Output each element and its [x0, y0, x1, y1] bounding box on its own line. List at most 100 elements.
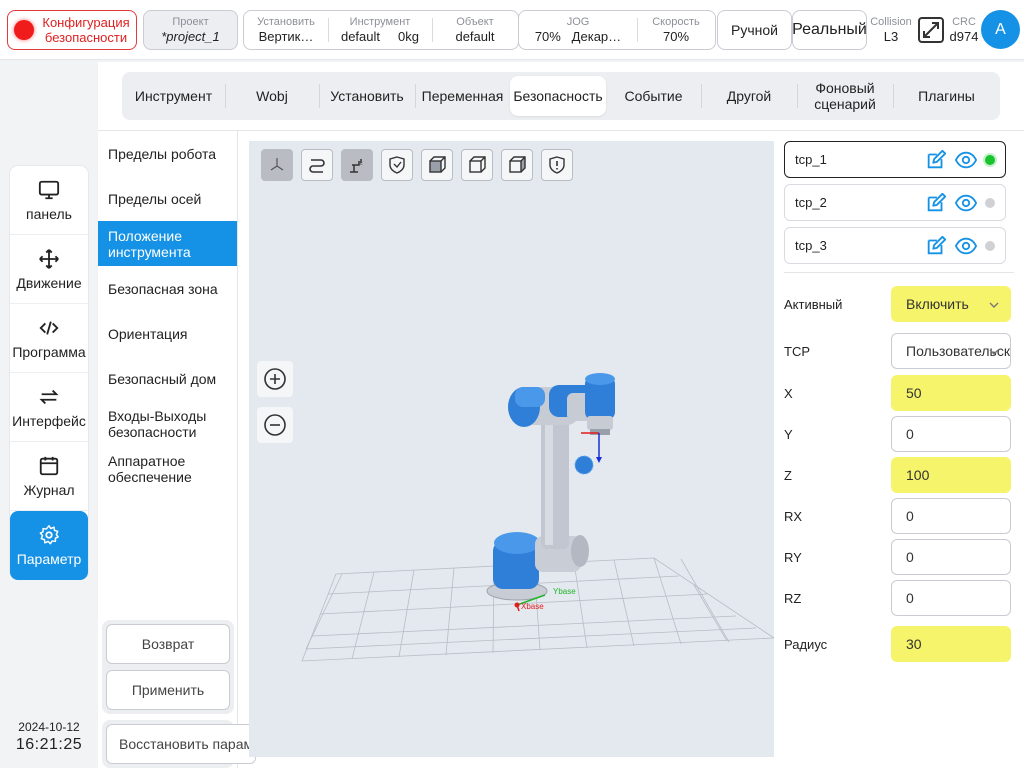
- zoom-out-button[interactable]: [257, 407, 293, 443]
- radius-input[interactable]: 30: [891, 626, 1011, 662]
- subnav-robot-limits[interactable]: Пределы робота: [98, 131, 237, 176]
- tool-segment[interactable]: Инструмент default 0kg: [328, 11, 432, 49]
- crc-info: CRC d974: [946, 15, 982, 45]
- project-selector[interactable]: Проект *project_1: [143, 10, 238, 50]
- tab-other[interactable]: Другой: [701, 72, 797, 120]
- nav-interface-label: Интерфейс: [12, 412, 86, 429]
- rx-row: RX 0: [784, 498, 1014, 534]
- main-panel: Инструмент Wobj Установить Переменная Бе…: [98, 62, 1024, 768]
- tab-background-script[interactable]: Фоновый сценарий: [797, 72, 893, 120]
- manual-mode-button[interactable]: Ручной: [717, 10, 792, 50]
- tcp-row-2[interactable]: tcp_2: [784, 184, 1006, 221]
- speed-segment[interactable]: Скорость 70%: [637, 11, 715, 49]
- speed-value: 70%: [662, 29, 690, 44]
- move-arrows-icon: [39, 248, 59, 269]
- edit-icon[interactable]: [925, 235, 947, 257]
- safety-config-button[interactable]: Конфигурация безопасности: [7, 10, 137, 50]
- expand-icon[interactable]: [917, 16, 945, 44]
- jog-segment[interactable]: JOG 70% Декар…: [519, 11, 637, 49]
- zoom-in-button[interactable]: [257, 361, 293, 397]
- nav-panel[interactable]: панель: [10, 166, 88, 235]
- front-view-button[interactable]: [421, 149, 453, 181]
- axes-view-button[interactable]: [261, 149, 293, 181]
- safety-check-view-button[interactable]: [381, 149, 413, 181]
- base-x-label: Xbase: [521, 602, 544, 611]
- active-select[interactable]: Включить: [891, 286, 1011, 322]
- collision-level[interactable]: Collision L3: [866, 15, 916, 45]
- inactive-status-dot: [985, 197, 995, 208]
- chevron-down-icon: [989, 302, 999, 308]
- apply-button[interactable]: Применить: [106, 670, 230, 710]
- edit-icon[interactable]: [925, 149, 947, 171]
- tab-install[interactable]: Установить: [319, 72, 415, 120]
- side-view-button[interactable]: [461, 149, 493, 181]
- eye-icon[interactable]: [955, 192, 977, 214]
- cube-side-icon: [469, 156, 486, 173]
- z-input[interactable]: 100: [891, 457, 1011, 493]
- nav-journal[interactable]: Журнал: [10, 442, 88, 511]
- real-mode-button[interactable]: Реальный: [792, 10, 867, 50]
- radius-label: Радиус: [784, 636, 828, 652]
- subnav-joint-limits[interactable]: Пределы осей: [98, 176, 237, 221]
- y-input[interactable]: 0: [891, 416, 1011, 452]
- eye-icon[interactable]: [955, 235, 977, 257]
- active-label: Активный: [784, 296, 843, 312]
- nav-interface[interactable]: Интерфейс: [10, 373, 88, 442]
- subnav-safety-zone[interactable]: Безопасная зона: [98, 266, 237, 311]
- tcp-type-select[interactable]: Пользовательский: [891, 333, 1011, 369]
- axes-view-icon: [270, 158, 284, 171]
- subnav-tool-position[interactable]: Положение инструмента: [98, 221, 237, 266]
- tcp-row-1[interactable]: tcp_1: [784, 141, 1006, 178]
- subnav-safety-io[interactable]: Входы-Выходы безопасности: [98, 401, 237, 446]
- tab-event[interactable]: Событие: [606, 72, 701, 120]
- subnav-hardware[interactable]: Аппаратное обеспечение: [98, 446, 237, 491]
- nav-program[interactable]: Программа: [10, 304, 88, 373]
- jog-label: JOG: [566, 16, 590, 28]
- robot-tcp-icon: c: [350, 159, 363, 173]
- wobj-segment[interactable]: Объект default: [432, 11, 518, 49]
- svg-text:c: c: [360, 161, 363, 167]
- tcp-settings-panel: tcp_1 tcp_2 tcp_3 Активный Включить TCP …: [784, 141, 1014, 662]
- subnav-safe-home[interactable]: Безопасный дом: [98, 356, 237, 401]
- tab-safety[interactable]: Безопасность: [510, 76, 606, 116]
- current-date: 2024-10-12: [18, 720, 80, 734]
- edit-icon[interactable]: [925, 192, 947, 214]
- rx-input[interactable]: 0: [891, 498, 1011, 534]
- tab-variable[interactable]: Переменная: [415, 72, 510, 120]
- eye-icon[interactable]: [955, 149, 977, 171]
- x-row: X 50: [784, 375, 1014, 411]
- back-button[interactable]: Возврат: [106, 624, 230, 664]
- tab-plugins[interactable]: Плагины: [893, 72, 1000, 120]
- iso-view-button[interactable]: [501, 149, 533, 181]
- install-segment[interactable]: Установить Вертик…: [244, 11, 328, 49]
- tab-wobj[interactable]: Wobj: [225, 72, 319, 120]
- active-status-dot: [985, 154, 995, 165]
- tcp-type-label: TCP: [784, 343, 810, 359]
- robot-tcp-view-button[interactable]: c: [341, 149, 373, 181]
- user-avatar[interactable]: A: [981, 10, 1020, 49]
- ry-input[interactable]: 0: [891, 539, 1011, 575]
- z-row: Z 100: [784, 457, 1014, 493]
- rz-input[interactable]: 0: [891, 580, 1011, 616]
- jog-speed-group[interactable]: JOG 70% Декар… Скорость 70%: [518, 10, 716, 50]
- tool-value: default 0kg: [340, 29, 420, 44]
- robot-3d-viewport[interactable]: Xbase Ybase c: [249, 141, 774, 757]
- x-input[interactable]: 50: [891, 375, 1011, 411]
- subnav-orientation[interactable]: Ориентация: [98, 311, 237, 356]
- safety-alert-view-button[interactable]: [541, 149, 573, 181]
- safety-subnav: Пределы робота Пределы осей Положение ин…: [98, 131, 256, 768]
- view-toolbar: c: [261, 149, 581, 181]
- action-buttons: Возврат Применить Восстановить парам: [102, 620, 256, 768]
- restore-params-button[interactable]: Восстановить парам: [106, 724, 256, 764]
- nav-journal-label: Журнал: [23, 481, 75, 498]
- nav-motion[interactable]: Движение: [10, 235, 88, 304]
- project-value: *project_1: [161, 29, 220, 44]
- base-y-label: Ybase: [553, 587, 576, 596]
- alarm-indicator-icon: [14, 20, 34, 40]
- tool-install-group[interactable]: Установить Вертик… Инструмент default 0k…: [243, 10, 519, 50]
- gear-icon: [39, 525, 59, 545]
- path-view-button[interactable]: [301, 149, 333, 181]
- tcp-row-3[interactable]: tcp_3: [784, 227, 1006, 264]
- nav-parameter[interactable]: Параметр: [10, 511, 88, 580]
- tab-tool[interactable]: Инструмент: [122, 72, 225, 120]
